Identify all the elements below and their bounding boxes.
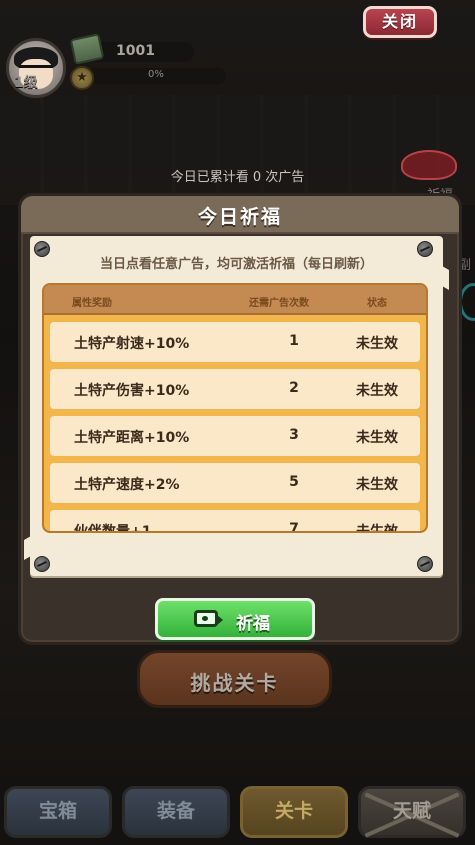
cash-value: 1001 [116, 43, 155, 59]
row-status: 未生效 [356, 521, 398, 531]
video-icon [194, 610, 223, 627]
challenge-button-label: 挑战关卡 [190, 671, 279, 695]
nav-chest-label: 宝箱 [38, 800, 77, 822]
row-count: 1 [289, 333, 299, 349]
nav-levels-label: 关卡 [274, 800, 313, 822]
reward-table: 属性奖励 还需广告次数 状态 土特产射速+10% 1 未生效 土特产伤害+10%… [42, 283, 428, 533]
header-status: 状态 [367, 298, 387, 309]
pray-button[interactable]: 祈福 [155, 598, 315, 640]
dialog-title: 今日祈福 [197, 206, 282, 228]
header-ads-needed: 还需广告次数 [249, 298, 309, 309]
row-attribute: 伙伴数量+1 [74, 521, 151, 531]
xp-value: 0% [148, 69, 164, 80]
table-row: 伙伴数量+1 7 未生效 [50, 510, 420, 531]
row-attribute: 土特产速度+2% [74, 477, 180, 493]
nav-chest[interactable]: 宝箱 [4, 786, 112, 838]
screw-icon [417, 556, 433, 572]
row-count: 5 [289, 474, 299, 490]
row-count: 3 [289, 427, 299, 443]
player-level: 1级 [14, 75, 38, 91]
nav-levels[interactable]: 关卡 [240, 786, 348, 838]
table-row: 土特产伤害+10% 2 未生效 [50, 369, 420, 409]
row-status: 未生效 [356, 430, 398, 446]
challenge-button[interactable]: 挑战关卡 [137, 650, 332, 708]
nav-talent-label: 天赋 [392, 800, 431, 822]
table-row: 土特产速度+2% 5 未生效 [50, 463, 420, 503]
row-attribute: 土特产伤害+10% [74, 383, 190, 399]
close-button[interactable]: 关闭 [363, 6, 437, 38]
row-status: 未生效 [356, 336, 398, 352]
row-count: 2 [289, 380, 299, 396]
table-rows[interactable]: 土特产射速+10% 1 未生效 土特产伤害+10% 2 未生效 土特产距离+10… [44, 317, 426, 531]
row-attribute: 土特产射速+10% [74, 336, 190, 352]
screw-icon [34, 556, 50, 572]
bottom-nav: 宝箱 装备 关卡 天赋 [0, 780, 475, 845]
row-attribute: 土特产距离+10% [74, 430, 190, 446]
dialog-description: 当日点看任意广告，均可激活祈福（每日刷新） [99, 257, 373, 272]
table-header: 属性奖励 还需广告次数 状态 [44, 285, 426, 315]
heart-icon[interactable] [401, 150, 457, 180]
pray-button-label: 祈福 [236, 614, 270, 634]
row-status: 未生效 [356, 477, 398, 493]
nav-equipment-label: 装备 [156, 800, 195, 822]
star-icon: ★ [70, 66, 94, 90]
row-count: 7 [289, 521, 299, 531]
table-row: 土特产射速+10% 1 未生效 [50, 322, 420, 362]
header-attribute: 属性奖励 [72, 298, 112, 309]
row-status: 未生效 [356, 383, 398, 399]
nav-talent[interactable]: 天赋 [358, 786, 466, 838]
nav-equipment[interactable]: 装备 [122, 786, 230, 838]
dialog-header: 今日祈福 [21, 196, 459, 234]
table-row: 土特产距离+10% 3 未生效 [50, 416, 420, 456]
